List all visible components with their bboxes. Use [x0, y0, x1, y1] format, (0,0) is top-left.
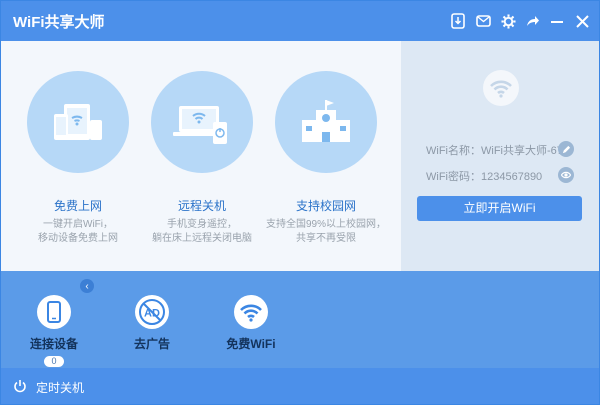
tool-connected-devices[interactable]: 连接设备 0 [14, 295, 94, 367]
status-bar: 定时关机 [1, 368, 599, 404]
wifi-icon [234, 295, 268, 329]
tool-label: 免费WiFi [226, 337, 276, 351]
remote-shutdown-icon [151, 71, 253, 173]
ad-block-icon: AD [135, 295, 169, 329]
tool-free-wifi[interactable]: 免费WiFi [211, 295, 291, 352]
wifi-icon [483, 70, 519, 106]
wifi-info-panel: WiFi名称：WiFi共享大师-67 WiFi密码：1234567890 立即开… [401, 41, 599, 271]
mail-icon[interactable] [473, 11, 493, 31]
app-title: WiFi共享大师 [13, 14, 105, 31]
devices-icon [27, 71, 129, 173]
feature-title: 远程关机 [177, 199, 226, 213]
edit-name-icon[interactable] [558, 141, 574, 157]
scheduled-shutdown-label[interactable]: 定时关机 [36, 379, 84, 396]
phone-icon [37, 295, 71, 329]
chevron-left-icon[interactable]: ‹ [80, 279, 94, 293]
wifi-password-row: WiFi密码：1234567890 [426, 168, 542, 184]
device-count-badge: 0 [44, 356, 64, 367]
feature-campus-network: 支持校园网 支持全国99%以上校园网， 共享不再受限 [261, 41, 391, 246]
share-icon[interactable] [523, 11, 543, 31]
wifi-name-row: WiFi名称：WiFi共享大师-67 [426, 142, 563, 158]
feature-free-internet: 免费上网 一键开启WiFi， 移动设备免费上网 [13, 41, 143, 246]
feature-remote-shutdown: 远程关机 手机变身遥控， 躺在床上远程关闭电脑 [137, 41, 267, 246]
show-password-icon[interactable] [558, 167, 574, 183]
tool-remove-ads[interactable]: AD 去广告 [112, 295, 192, 352]
wifi-password-value: 1234567890 [481, 171, 543, 183]
tool-label: 连接设备 [29, 337, 78, 351]
gear-icon[interactable] [498, 11, 518, 31]
feature-description: 手机变身遥控， 躺在床上远程关闭电脑 [152, 219, 252, 244]
download-icon[interactable] [448, 11, 468, 31]
wifi-name-value: WiFi共享大师-67 [481, 145, 563, 157]
app-window: WiFi共享大师 免费上网 一键开启WiFi， 移动设备免费上网 远程关机 手机… [0, 0, 600, 405]
power-icon[interactable] [13, 379, 27, 393]
feature-description: 一键开启WiFi， 移动设备免费上网 [38, 219, 118, 244]
minimize-icon[interactable] [547, 11, 567, 31]
wifi-name-label: WiFi名称： [426, 145, 481, 157]
start-wifi-button[interactable]: 立即开启WiFi [417, 196, 582, 221]
feature-description: 支持全国99%以上校园网， 共享不再受限 [265, 219, 386, 244]
feature-panel: 免费上网 一键开启WiFi， 移动设备免费上网 远程关机 手机变身遥控， 躺在床… [1, 41, 401, 271]
tools-panel: ‹ 连接设备 0 AD 去广告 免费WiFi [1, 271, 599, 368]
campus-icon [275, 71, 377, 173]
tool-label: 去广告 [133, 337, 170, 351]
close-icon[interactable] [572, 11, 592, 31]
feature-title: 支持校园网 [295, 199, 356, 213]
feature-title: 免费上网 [53, 199, 102, 213]
wifi-password-label: WiFi密码： [426, 171, 481, 183]
title-bar: WiFi共享大师 [1, 1, 599, 41]
